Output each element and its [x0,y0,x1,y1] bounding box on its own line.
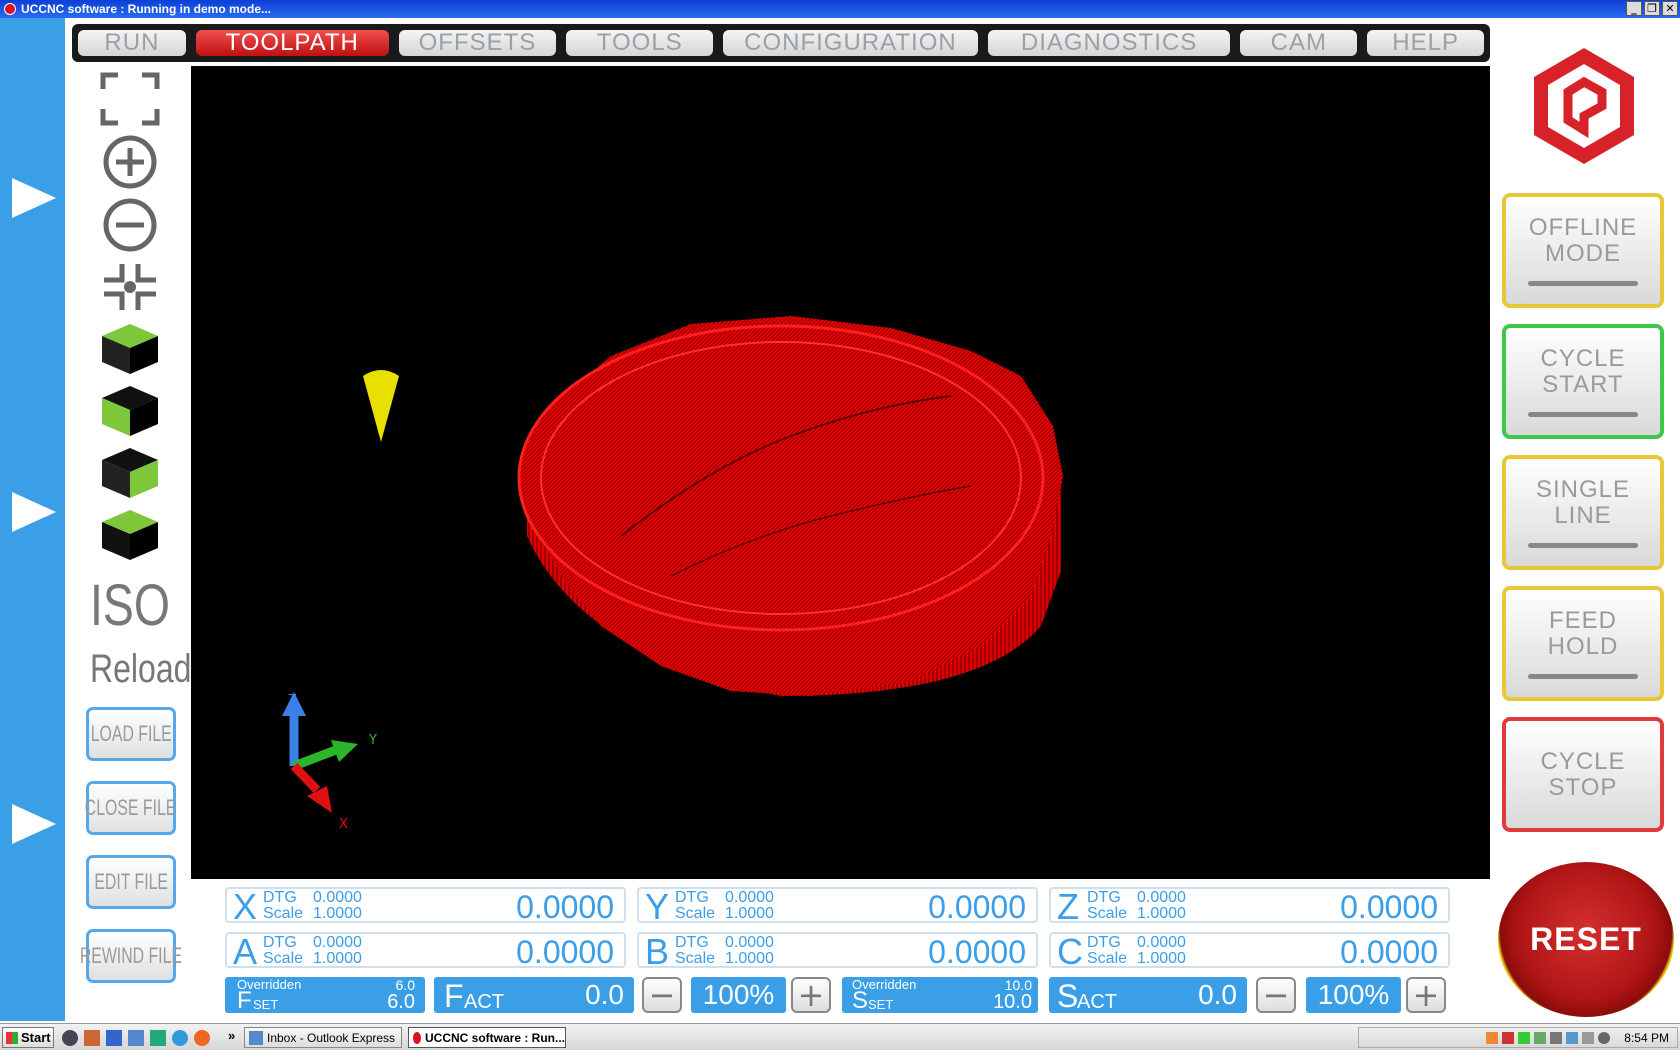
tab-offsets[interactable]: OFFSETS [398,29,557,56]
load-file-button[interactable]: LOAD FILE [86,707,176,761]
tab-toolpath[interactable]: TOOLPATH [195,29,389,56]
dro-z: Z DTG 0.0000 Scale 1.0000 0.0000 [1049,886,1450,927]
volume-icon[interactable] [1582,1031,1595,1044]
z-axis-label: Z [288,693,297,708]
tab-tools[interactable]: TOOLS [566,29,714,56]
left-nav-strip [0,18,65,1021]
close-button[interactable]: ✕ [1662,1,1678,16]
tool-cone-icon [363,370,399,442]
indicator-bar [1528,543,1638,548]
word-icon[interactable] [106,1030,122,1046]
media-player-icon[interactable] [62,1030,78,1046]
close-file-button[interactable]: CLOSE FILE [85,781,177,835]
feed-hold-button[interactable]: FEED HOLD [1502,586,1664,701]
app-icon [4,3,16,15]
window-title: UCCNC software : Running in demo mode... [21,2,272,16]
spindle-override-value[interactable]: 100% [1306,977,1401,1013]
indicator-bar [1528,412,1638,417]
restore-button[interactable]: ❐ [1644,1,1660,16]
dro-x: X DTG 0.0000 Scale 1.0000 0.0000 [225,886,626,927]
y-position[interactable]: 0.0000 [928,889,1026,926]
outlook-icon[interactable] [128,1030,144,1046]
toolpath-viewport[interactable]: Z Y X [191,66,1490,879]
minimize-button[interactable]: _ [1626,1,1642,16]
excel-icon[interactable] [150,1030,166,1046]
tray-icon[interactable] [1486,1031,1499,1044]
axis-triad-icon: Z Y X [282,692,377,832]
feed-decrease-button[interactable]: − [642,977,682,1013]
a-position[interactable]: 0.0000 [516,934,614,971]
firefox-icon[interactable] [194,1030,210,1046]
expand-arrow-icon[interactable] [12,492,56,532]
tab-bar: RUN TOOLPATH OFFSETS TOOLS CONFIGURATION… [72,24,1490,62]
tray-icon[interactable] [1550,1031,1563,1044]
dro-b: B DTG 0.0000 Scale 1.0000 0.0000 [637,931,1038,972]
dro-y: Y DTG 0.0000 Scale 1.0000 0.0000 [637,886,1038,927]
sact-display: S ACT 0.0 [1049,977,1247,1014]
fit-view-icon[interactable] [98,72,162,126]
tab-help[interactable]: HELP [1367,29,1485,56]
c-position[interactable]: 0.0000 [1340,934,1438,971]
quicklaunch-icon[interactable] [84,1030,100,1046]
zoom-in-icon[interactable] [98,135,162,189]
reload-button[interactable]: Reload [90,646,191,692]
expand-arrow-icon[interactable] [12,804,56,844]
tab-configuration[interactable]: CONFIGURATION [723,29,978,56]
indicator-bar [1528,674,1638,679]
task-uccnc[interactable]: UCCNC software : Run... [408,1027,566,1048]
tab-diagnostics[interactable]: DIAGNOSTICS [987,29,1231,56]
rewind-file-button[interactable]: REWIND FILE [80,929,182,983]
single-line-button[interactable]: SINGLE LINE [1502,455,1664,570]
uccnc-logo [1534,48,1634,164]
iso-view-button[interactable]: ISO [90,576,170,636]
cycle-stop-button[interactable]: CYCLE STOP [1502,717,1664,832]
outlook-icon [249,1030,263,1045]
bottom-view-icon[interactable] [98,508,162,562]
reset-button[interactable]: RESET [1498,862,1674,1017]
front-view-icon[interactable] [98,384,162,438]
feed-override-value[interactable]: 100% [691,977,786,1013]
tray-icon[interactable] [1534,1031,1547,1044]
x-axis-label: X [339,817,348,832]
edit-file-button[interactable]: EDIT FILE [86,855,176,909]
window-titlebar: UCCNC software : Running in demo mode...… [0,0,1680,18]
toolpath-graphic: Z Y X [282,316,1063,832]
fact-display: F ACT 0.0 [434,977,634,1014]
quicklaunch-chevron[interactable]: » [228,1028,235,1043]
spindle-increase-button[interactable]: + [1406,977,1446,1013]
clock: 8:54 PM [1624,1030,1669,1045]
tray-icon[interactable] [1598,1031,1611,1044]
fset-display: Overridden F SET 6.0 6.0 [225,977,425,1014]
dro-a: A DTG 0.0000 Scale 1.0000 0.0000 [225,931,626,972]
sset-display: Overridden S SET 10.0 10.0 [842,977,1038,1014]
z-position[interactable]: 0.0000 [1340,889,1438,926]
top-view-icon[interactable] [98,322,162,376]
spindle-decrease-button[interactable]: − [1256,977,1296,1013]
indicator-bar [1528,281,1638,286]
cycle-start-button[interactable]: CYCLE START [1502,324,1664,439]
tab-cam[interactable]: CAM [1240,29,1358,56]
dro-c: C DTG 0.0000 Scale 1.0000 0.0000 [1049,931,1450,972]
ie-icon[interactable] [172,1030,188,1046]
center-view-icon[interactable] [98,260,162,314]
start-button[interactable]: Start [2,1027,54,1048]
task-outlook-express[interactable]: Inbox - Outlook Express [244,1027,402,1048]
windows-logo-icon [6,1031,18,1044]
zoom-out-icon[interactable] [98,198,162,252]
tray-icon[interactable] [1518,1031,1531,1044]
expand-arrow-icon[interactable] [12,178,56,218]
x-position[interactable]: 0.0000 [516,889,614,926]
side-view-icon[interactable] [98,446,162,500]
y-axis-label: Y [368,733,377,748]
b-position[interactable]: 0.0000 [928,934,1026,971]
uccnc-icon [413,1031,421,1044]
disk-top-face [517,324,1045,632]
system-tray: 8:54 PM [1358,1027,1678,1048]
tray-icon[interactable] [1566,1031,1579,1044]
tray-icon[interactable] [1502,1031,1515,1044]
tab-run[interactable]: RUN [78,29,186,56]
offline-mode-button[interactable]: OFFLINE MODE [1502,193,1664,308]
taskbar: Start » Inbox - Outlook Express UCCNC so… [0,1023,1680,1050]
feed-increase-button[interactable]: + [791,977,831,1013]
